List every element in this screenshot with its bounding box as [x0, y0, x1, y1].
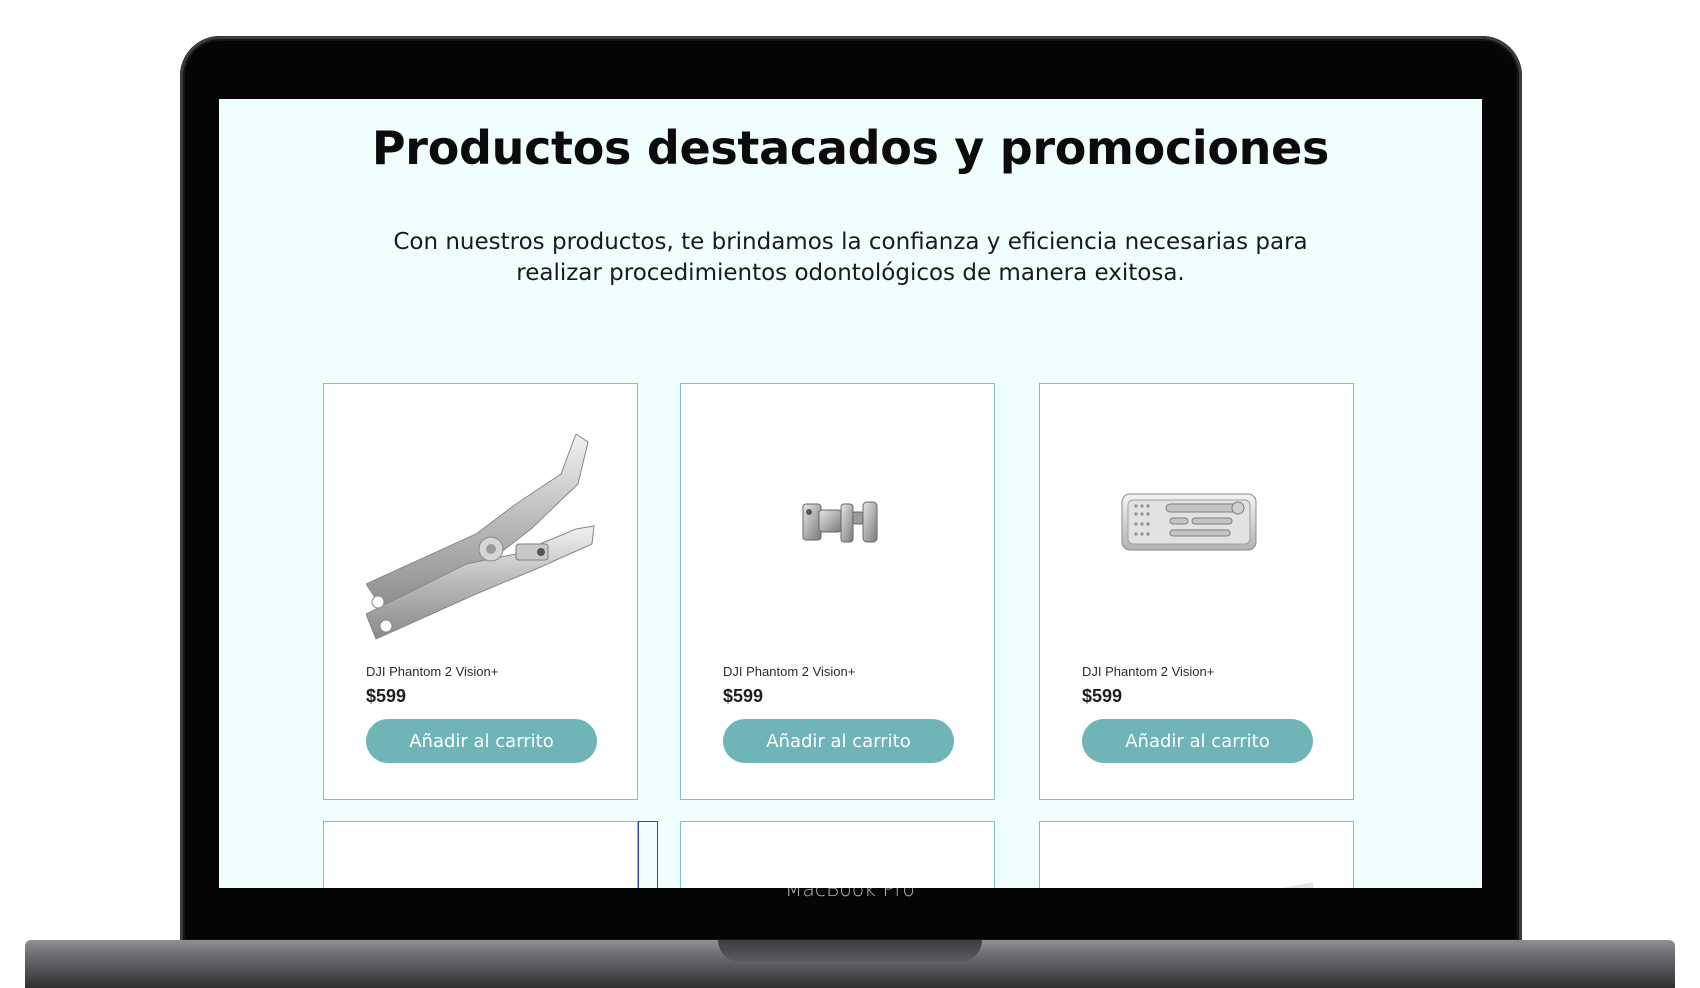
- add-to-cart-button[interactable]: Añadir al carrito: [366, 719, 597, 763]
- product-name: DJI Phantom 2 Vision+: [1082, 664, 1215, 679]
- screen: Productos destacados y promociones Con n…: [219, 99, 1482, 888]
- orthodontic-brackets-image: [802, 501, 878, 543]
- product-price: $599: [366, 686, 407, 706]
- product-card: [323, 821, 638, 888]
- instrument-tray-image: [1121, 493, 1257, 551]
- product-card: [1039, 821, 1354, 888]
- product-price: $599: [1082, 686, 1123, 706]
- laptop-notch: [718, 940, 982, 962]
- page-title: Productos destacados y promociones: [371, 121, 1330, 175]
- add-to-cart-button[interactable]: Añadir al carrito: [1082, 719, 1313, 763]
- product-name: DJI Phantom 2 Vision+: [723, 664, 856, 679]
- product-price: $599: [723, 686, 764, 706]
- dental-pliers-image: [366, 434, 595, 640]
- product-card: [680, 821, 995, 888]
- product-card: DJI Phantom 2 Vision+ $599 Añadir al car…: [680, 383, 995, 800]
- product-card: DJI Phantom 2 Vision+ $599 Añadir al car…: [323, 383, 638, 800]
- focus-outline: [638, 821, 658, 888]
- add-to-cart-button[interactable]: Añadir al carrito: [723, 719, 954, 763]
- product-card: DJI Phantom 2 Vision+ $599 Añadir al car…: [1039, 383, 1354, 800]
- product-name: DJI Phantom 2 Vision+: [366, 664, 499, 679]
- product-image: [1282, 882, 1313, 888]
- page-subtitle: Con nuestros productos, te brindamos la …: [393, 229, 1308, 286]
